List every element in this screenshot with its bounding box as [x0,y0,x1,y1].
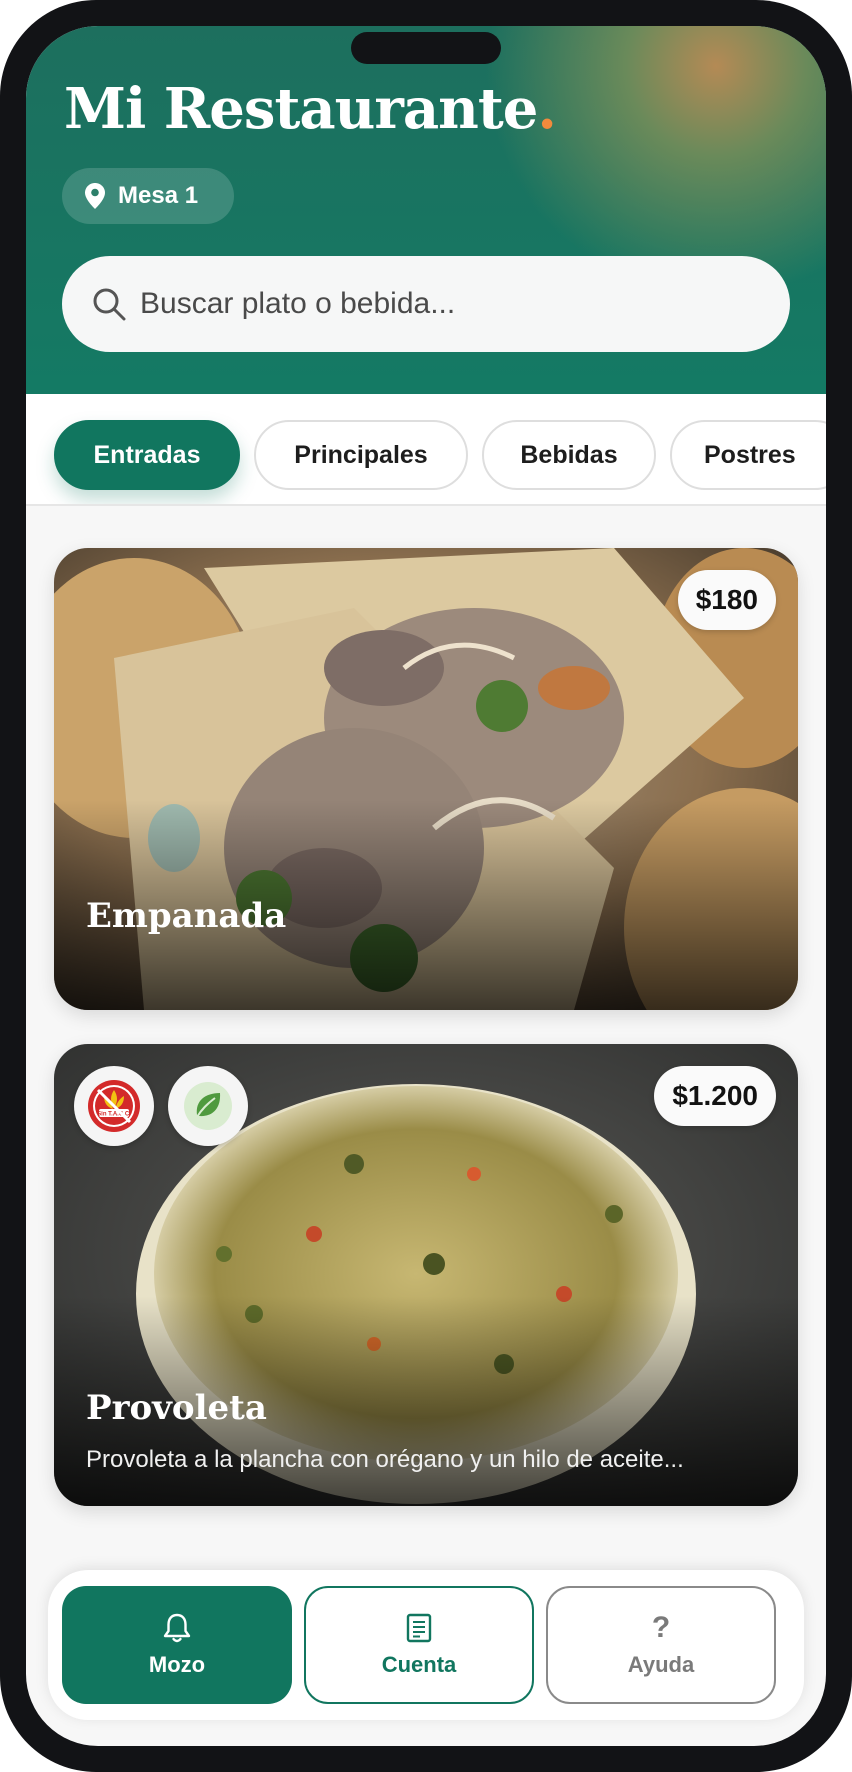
bottom-action-bar: Mozo Cuenta ? Ayuda [48,1570,804,1720]
camera-notch [351,32,501,64]
dish-name: Provoleta [86,1388,267,1428]
app-screen: Mi Restaurante. Mesa 1 Entradas Principa… [26,26,826,1746]
dish-description: Provoleta a la plancha con orégano y un … [86,1446,684,1473]
tab-bebidas[interactable]: Bebidas [482,420,656,490]
price-badge: $180 [677,570,776,630]
dish-card-empanada[interactable]: $180 Empanada [54,548,798,1010]
bell-icon [163,1613,191,1643]
sin-tacc-badge: Sin T.A.C.C. [74,1066,154,1146]
tab-principales[interactable]: Principales [254,420,468,490]
table-badge[interactable]: Mesa 1 [62,168,234,224]
header-hero: Mi Restaurante. Mesa 1 [26,26,826,394]
dish-name: Empanada [86,896,287,936]
category-tabs: Entradas Principales Bebidas Postres [26,394,826,506]
help-button[interactable]: ? Ayuda [546,1586,776,1704]
price-badge: $1.200 [654,1066,776,1126]
phone-frame: Mi Restaurante. Mesa 1 Entradas Principa… [0,0,852,1772]
call-waiter-button[interactable]: Mozo [62,1586,292,1704]
dish-card-provoleta[interactable]: Sin T.A.C.C. $1.200 Provoleta Provoleta … [54,1044,798,1506]
nav-label-ayuda: Ayuda [627,1652,695,1677]
restaurant-name: Mi Restaurante [64,76,538,142]
help-icon: ? [651,1611,671,1644]
leaf-icon [184,1082,232,1130]
search-icon [93,288,126,321]
tab-postres[interactable]: Postres [670,420,826,490]
sin-tacc-icon: Sin T.A.C.C. [88,1080,140,1132]
vegetarian-badge [168,1066,248,1146]
bill-button[interactable]: Cuenta [304,1586,534,1704]
nav-label-mozo: Mozo [148,1652,206,1677]
search-bar[interactable] [62,256,790,352]
title-dot: . [537,76,556,142]
page-title: Mi Restaurante. [64,76,557,142]
search-input[interactable] [138,286,702,322]
receipt-icon [406,1613,432,1643]
table-label: Mesa 1 [118,182,199,209]
location-pin-icon [85,183,105,209]
nav-label-cuenta: Cuenta [381,1652,457,1677]
tab-entradas[interactable]: Entradas [54,420,240,490]
